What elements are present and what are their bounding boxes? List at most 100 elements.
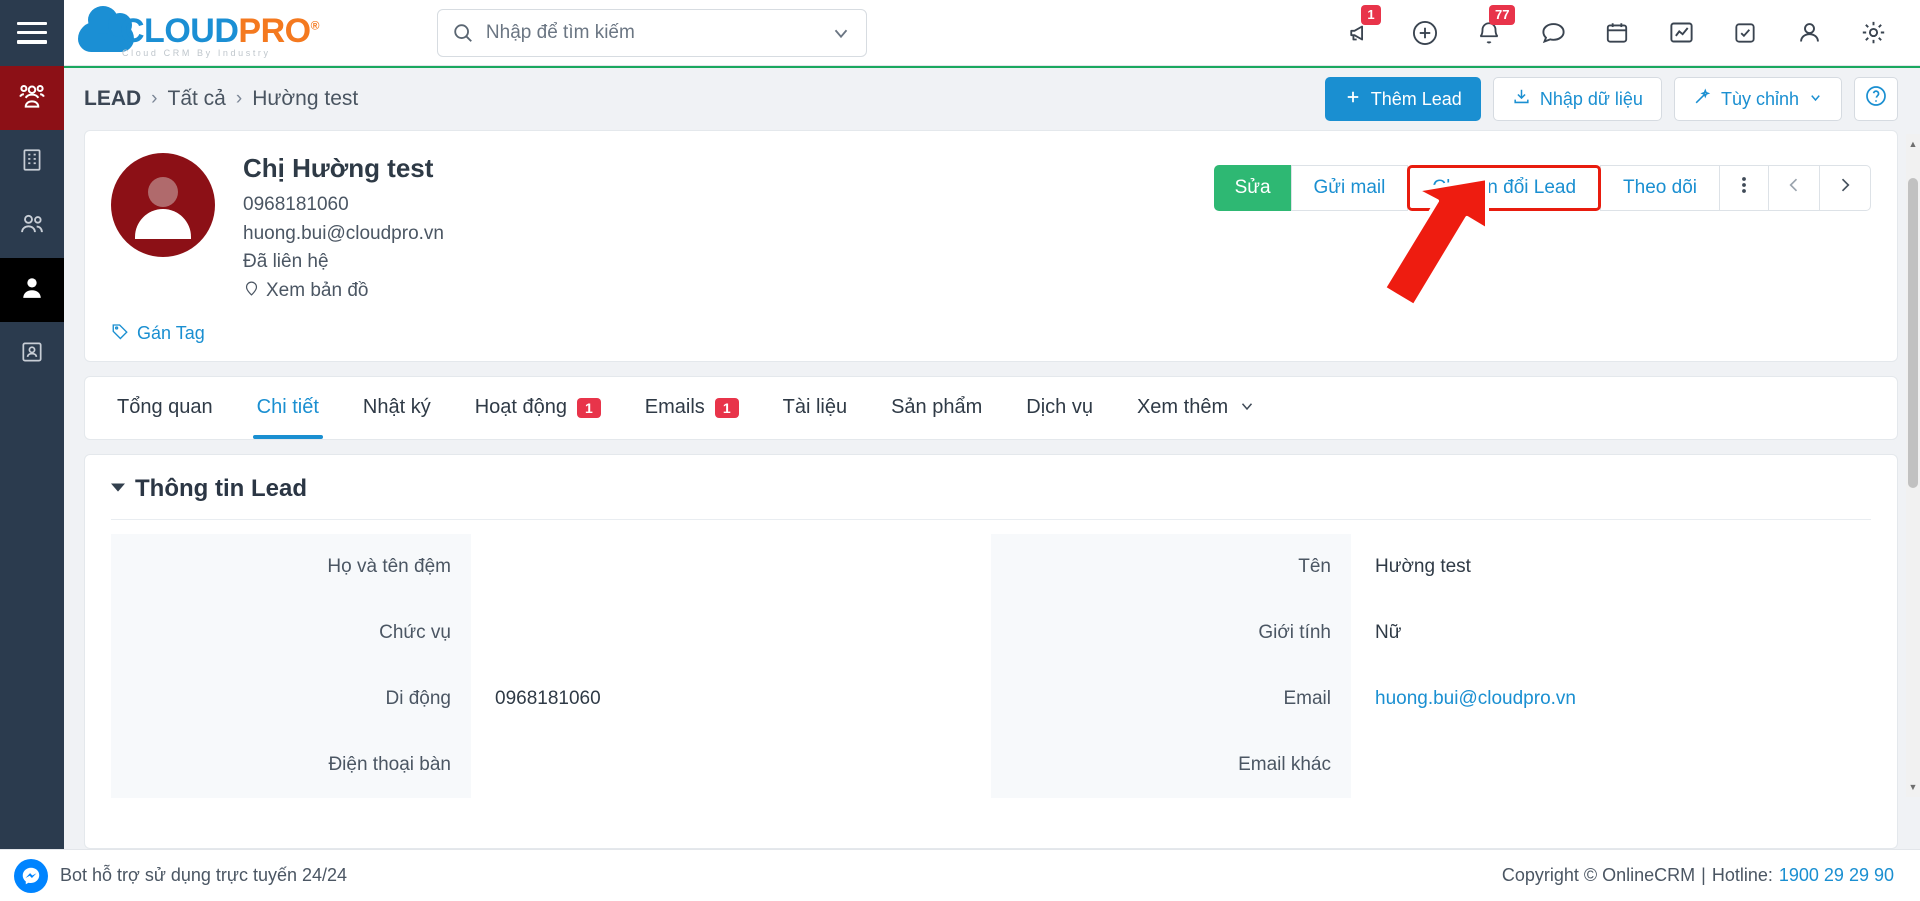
content-area: LEAD › Tất cả › Hường test Thêm Lead Nhậ…: [64, 66, 1920, 849]
section-title: Thông tin Lead: [135, 474, 307, 502]
section-header[interactable]: Thông tin Lead: [85, 455, 1897, 519]
status-badge: Đã liên hệ: [243, 251, 329, 272]
view-map-link[interactable]: Xem bản đồ: [243, 279, 444, 304]
checklist-icon[interactable]: [1728, 16, 1762, 50]
header-icon-bar: 1 77: [1344, 4, 1920, 50]
send-mail-button[interactable]: Gửi mail: [1290, 165, 1409, 211]
vertical-scrollbar[interactable]: ▲ ▼: [1906, 134, 1920, 797]
gear-icon[interactable]: [1856, 16, 1890, 50]
profile-email: huong.bui@cloudpro.vn: [243, 222, 444, 244]
two-people-icon: [18, 210, 46, 243]
edit-button[interactable]: Sửa: [1213, 165, 1292, 211]
field-value-email-link[interactable]: huong.bui@cloudpro.vn: [1351, 666, 1871, 732]
chat-bubble-icon[interactable]: [1536, 16, 1570, 50]
field-value[interactable]: Hường test: [1351, 534, 1871, 600]
field-value[interactable]: [471, 534, 991, 600]
search-box[interactable]: [436, 8, 867, 57]
profile-phone: 0968181060: [243, 194, 349, 215]
tab-label: Sản phẩm: [891, 396, 983, 418]
sidebar-item-documents[interactable]: [0, 322, 64, 386]
help-button[interactable]: [1854, 77, 1898, 121]
assign-tag-button[interactable]: Gán Tag: [111, 322, 205, 345]
left-labels: Họ và tên đệm Chức vụ Di động Điện thoại…: [111, 533, 471, 798]
chevron-right-icon: [1835, 175, 1855, 201]
kebab-menu-icon: [1741, 173, 1747, 203]
left-sidebar: [0, 66, 64, 849]
tab-chi-tiet[interactable]: Chi tiết: [235, 377, 341, 439]
footer-copyright: Copyright © OnlineCRM | Hotline: 1900 29…: [1502, 865, 1894, 886]
tab-hoat-dong[interactable]: Hoạt động 1: [453, 377, 623, 439]
logo-cloud-text: CLOUD: [120, 11, 239, 50]
add-lead-button[interactable]: Thêm Lead: [1324, 77, 1481, 121]
question-circle-icon: [1864, 84, 1888, 114]
scroll-up-icon[interactable]: ▲: [1906, 136, 1920, 152]
chart-icon[interactable]: [1664, 16, 1698, 50]
tab-tai-lieu[interactable]: Tài liệu: [761, 377, 869, 439]
support-bot[interactable]: Bot hỗ trợ sử dụng trực tuyến 24/24: [0, 858, 348, 893]
logo-tagline: Cloud CRM By Industry: [122, 47, 271, 58]
search-input[interactable]: [485, 21, 830, 44]
field-label: Họ và tên đệm: [111, 533, 471, 600]
field-label: Di động: [111, 665, 471, 732]
follow-button[interactable]: Theo dõi: [1600, 165, 1720, 211]
sidebar-item-lead[interactable]: [0, 258, 64, 322]
breadcrumb-root[interactable]: LEAD: [84, 87, 141, 111]
more-actions-button[interactable]: [1719, 165, 1769, 211]
tab-dich-vu[interactable]: Dịch vụ: [1004, 377, 1115, 439]
view-map-label: Xem bản đồ: [266, 280, 369, 301]
customize-button[interactable]: Tùy chỉnh: [1673, 77, 1842, 121]
calendar-icon[interactable]: [1600, 16, 1634, 50]
sidebar-item-customers[interactable]: [0, 66, 64, 130]
sidebar-item-company[interactable]: [0, 130, 64, 194]
page-title: Chị Hường test: [243, 153, 434, 183]
tab-badge: 1: [577, 397, 601, 418]
next-record-button[interactable]: [1819, 165, 1871, 211]
hotline-label: Hotline:: [1711, 865, 1773, 885]
field-value[interactable]: [1351, 732, 1871, 798]
field-value[interactable]: [471, 600, 991, 666]
field-value[interactable]: [471, 732, 991, 798]
page-action-bar: Thêm Lead Nhập dữ liệu Tùy chỉnh: [1324, 77, 1898, 121]
breadcrumb-separator-icon: ›: [235, 88, 243, 109]
id-card-icon: [19, 339, 45, 370]
breadcrumb-separator-icon: ›: [151, 88, 158, 109]
tab-san-pham[interactable]: Sản phẩm: [869, 377, 1004, 439]
menu-toggle-button[interactable]: [0, 0, 64, 66]
bell-icon[interactable]: 77: [1472, 4, 1516, 50]
plus-circle-icon[interactable]: [1408, 16, 1442, 50]
tab-emails[interactable]: Emails 1: [623, 377, 761, 439]
chevron-down-icon[interactable]: [830, 22, 852, 44]
breadcrumb-level-2[interactable]: Tất cả: [168, 87, 226, 111]
global-search: [436, 8, 867, 57]
tab-xem-them[interactable]: Xem thêm: [1115, 377, 1278, 439]
tab-nhat-ky[interactable]: Nhật ký: [341, 377, 453, 439]
app-logo[interactable]: CLOUDPRO® Cloud CRM By Industry: [78, 5, 319, 58]
search-icon: [452, 22, 474, 44]
profile-row: Chị Hường test 0968181060 huong.bui@clou…: [85, 131, 1897, 322]
tab-tong-quan[interactable]: Tổng quan: [111, 377, 235, 439]
left-values: 0968181060: [471, 534, 991, 798]
field-label: Email khác: [991, 731, 1351, 798]
page-footer: Bot hỗ trợ sử dụng trực tuyến 24/24 Copy…: [0, 849, 1920, 901]
add-lead-label: Thêm Lead: [1370, 88, 1462, 109]
import-data-button[interactable]: Nhập dữ liệu: [1492, 77, 1662, 121]
app-root: CLOUDPRO® Cloud CRM By Industry Nhập để …: [0, 0, 1920, 901]
hotline-number[interactable]: 1900 29 29 90: [1779, 865, 1894, 886]
scrollbar-thumb[interactable]: [1908, 178, 1918, 488]
convert-lead-button[interactable]: Chuyển đổi Lead: [1407, 165, 1602, 211]
field-value[interactable]: 0968181060: [471, 666, 991, 732]
user-icon[interactable]: [1792, 16, 1826, 50]
tab-label: Nhật ký: [362, 396, 431, 418]
scroll-down-icon[interactable]: ▼: [1906, 779, 1920, 795]
field-value[interactable]: Nữ: [1351, 600, 1871, 666]
logo-wordmark: CLOUDPRO® Cloud CRM By Industry: [120, 14, 319, 58]
logo-registered-mark: ®: [310, 18, 320, 33]
sidebar-item-contacts[interactable]: [0, 194, 64, 258]
megaphone-icon[interactable]: 1: [1344, 4, 1381, 50]
avatar[interactable]: [111, 153, 215, 257]
previous-record-button[interactable]: [1768, 165, 1820, 211]
tab-label: Emails: [644, 396, 705, 418]
support-bot-label: Bot hỗ trợ sử dụng trực tuyến 24/24: [60, 865, 348, 885]
profile-action-bar: Sửa Gửi mail Chuyển đổi Lead Theo dõi: [1213, 153, 1871, 304]
tab-label: Hoạt động: [474, 396, 567, 418]
